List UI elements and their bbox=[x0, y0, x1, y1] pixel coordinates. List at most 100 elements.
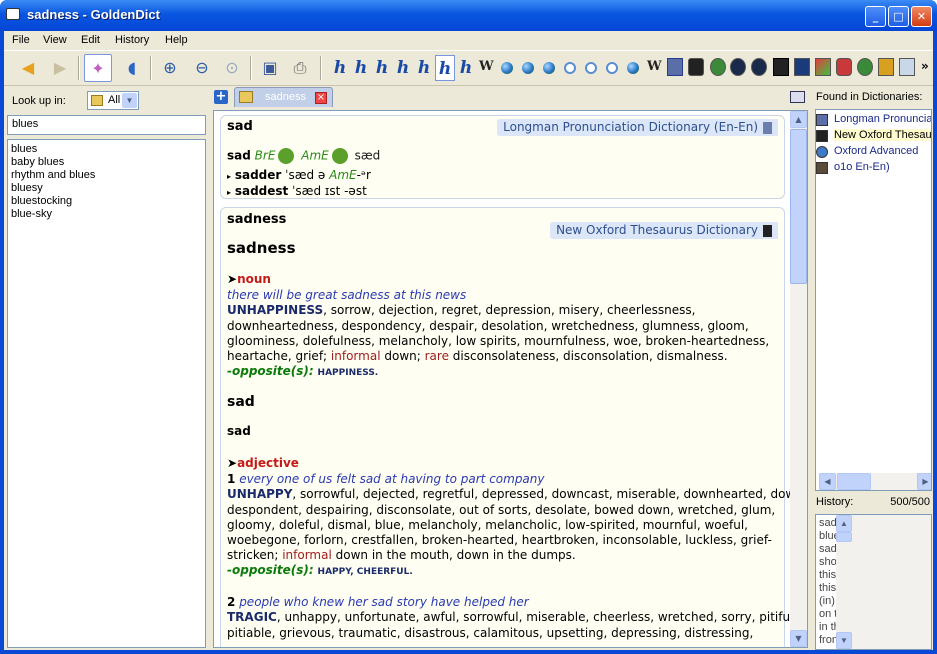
wikipedia-w-icon[interactable]: W bbox=[647, 59, 662, 74]
found-dictionaries-list[interactable]: Longman Pronunciation New Oxford Thesaur… bbox=[815, 109, 932, 491]
scroll-up-icon[interactable]: ▲ bbox=[836, 515, 852, 532]
title-bar: sadness - GoldenDict _ □ ✕ bbox=[0, 0, 937, 31]
word-list[interactable]: blues baby blues rhythm and blues bluesy… bbox=[7, 139, 206, 648]
list-item[interactable]: baby blues bbox=[11, 156, 205, 169]
scroll-thumb[interactable] bbox=[836, 532, 852, 542]
globe-icon[interactable] bbox=[501, 62, 513, 74]
tab-list-icon[interactable] bbox=[790, 91, 805, 103]
synonym-list: disconsolateness, disconsolation, dismal… bbox=[452, 349, 728, 363]
globe-icon[interactable] bbox=[522, 62, 534, 74]
menu-edit[interactable]: Edit bbox=[81, 34, 100, 46]
found-horizontal-scrollbar[interactable]: ◀ ▶ bbox=[819, 473, 931, 490]
scroll-down-icon[interactable]: ▼ bbox=[790, 630, 807, 647]
book-stack-icon[interactable] bbox=[857, 58, 873, 76]
chevron-down-icon[interactable]: ▼ bbox=[122, 93, 137, 108]
history-list[interactable]: sadness blues sad short this child this … bbox=[815, 514, 932, 650]
dictionary-icon[interactable] bbox=[688, 58, 704, 76]
dictionary-label[interactable]: Longman Pronunciation Dictionary (En-En) bbox=[497, 119, 778, 136]
dictionary-icon[interactable] bbox=[836, 58, 852, 76]
dictionary-h-icon[interactable]: h bbox=[351, 55, 371, 81]
menu-help[interactable]: Help bbox=[165, 34, 188, 46]
dictionary-h-icon[interactable]: h bbox=[456, 55, 476, 81]
article-scrollbar[interactable]: ▲ ▼ bbox=[790, 111, 807, 647]
synonym-head: UNHAPPY bbox=[227, 487, 293, 501]
dictionary-icon[interactable] bbox=[667, 58, 683, 76]
history-scrollbar[interactable]: ▲ ▼ bbox=[836, 515, 931, 649]
dictionary-h-icon[interactable]: h bbox=[414, 55, 434, 81]
found-dictionary-item[interactable]: Longman Pronunciation bbox=[834, 113, 931, 125]
found-dictionary-item[interactable]: Oxford Advanced bbox=[834, 145, 918, 157]
scan-popup-wand-icon[interactable]: ✦ bbox=[84, 54, 112, 82]
ring-icon[interactable] bbox=[606, 62, 618, 74]
dictionary-icon[interactable] bbox=[773, 58, 789, 76]
synonym-list: despondent, despairing, disconsolate, ou… bbox=[227, 503, 776, 517]
dictionary-h-icon[interactable]: h bbox=[330, 55, 350, 81]
synonym-list: , sorrowful, dejected, regretful, depres… bbox=[292, 487, 807, 501]
list-item[interactable]: blues bbox=[11, 143, 205, 156]
wikipedia-w-icon[interactable]: W bbox=[479, 59, 494, 74]
found-label: Found in Dictionaries: bbox=[813, 89, 933, 107]
globe-icon[interactable] bbox=[543, 62, 555, 74]
sense-number: 2 bbox=[227, 595, 236, 609]
tab-bar: + sadness × bbox=[211, 87, 808, 109]
pronounce-speaker-icon[interactable]: ◖ bbox=[118, 54, 146, 82]
dictionary-icon[interactable] bbox=[794, 58, 810, 76]
new-tab-button[interactable]: + bbox=[214, 90, 228, 104]
group-select[interactable]: All ▼ bbox=[87, 91, 139, 110]
scroll-down-icon[interactable]: ▼ bbox=[836, 632, 852, 649]
save-icon[interactable]: ▣ bbox=[256, 54, 284, 82]
dictionary-icon[interactable] bbox=[751, 58, 767, 76]
maximize-button[interactable]: □ bbox=[888, 6, 909, 27]
search-input[interactable]: blues bbox=[7, 115, 206, 135]
dictionary-h-icon[interactable]: h bbox=[372, 55, 392, 81]
article-view[interactable]: sad Longman Pronunciation Dictionary (En… bbox=[213, 110, 808, 648]
list-item[interactable]: bluestocking bbox=[11, 195, 205, 208]
menu-file[interactable]: File bbox=[12, 34, 30, 46]
scroll-left-icon[interactable]: ◀ bbox=[819, 473, 836, 490]
scroll-thumb[interactable] bbox=[790, 129, 807, 284]
scroll-thumb[interactable] bbox=[837, 473, 871, 490]
list-item[interactable]: bluesy bbox=[11, 182, 205, 195]
close-button[interactable]: ✕ bbox=[911, 6, 932, 27]
play-audio-icon[interactable] bbox=[278, 148, 295, 164]
dictionary-icon[interactable] bbox=[730, 58, 746, 76]
list-item[interactable]: rhythm and blues bbox=[11, 169, 205, 182]
dictionary-icon[interactable] bbox=[899, 58, 915, 76]
article-headword: sadness bbox=[227, 212, 287, 227]
back-arrow-icon[interactable]: ◀ bbox=[14, 54, 42, 82]
found-dictionary-item[interactable]: New Oxford Thesaurus bbox=[834, 129, 931, 141]
chevron-more-icon[interactable]: » bbox=[921, 59, 929, 73]
group-select-value: All bbox=[108, 94, 121, 106]
minimize-button[interactable]: _ bbox=[865, 6, 886, 27]
client-area: File View Edit History Help ◀ ▶ ✦ ◖ ⊕ ⊖ … bbox=[4, 31, 933, 650]
entry-headword: sadness bbox=[227, 239, 296, 257]
book-icon bbox=[6, 8, 20, 20]
found-dictionary-item[interactable]: o1o En-En) bbox=[834, 161, 890, 173]
dictionary-h-icon[interactable]: h bbox=[393, 55, 413, 81]
zoom-out-icon[interactable]: ⊖ bbox=[188, 54, 216, 82]
scroll-right-icon[interactable]: ▶ bbox=[917, 473, 931, 490]
ame-label: AmE bbox=[301, 148, 329, 163]
menu-view[interactable]: View bbox=[43, 34, 67, 46]
dictionary-icon[interactable] bbox=[878, 58, 894, 76]
menu-history[interactable]: History bbox=[115, 34, 149, 46]
zoom-in-icon[interactable]: ⊕ bbox=[156, 54, 184, 82]
zoom-reset-icon[interactable]: ⊙ bbox=[218, 54, 246, 82]
dictionary-h-icon[interactable]: h bbox=[435, 55, 455, 81]
list-item[interactable]: blue-sky bbox=[11, 208, 205, 221]
synonym-list: stricken; bbox=[227, 548, 279, 562]
article-pane: + sadness × sad Longman Pronunciation Di… bbox=[211, 87, 808, 650]
book-stack-icon[interactable] bbox=[710, 58, 726, 76]
dictionary-icon[interactable] bbox=[815, 58, 831, 76]
tab-sadness[interactable]: sadness × bbox=[234, 87, 333, 107]
ring-icon[interactable] bbox=[585, 62, 597, 74]
play-audio-icon[interactable] bbox=[331, 148, 348, 164]
print-icon[interactable]: ⎙ bbox=[286, 54, 314, 82]
scroll-up-icon[interactable]: ▲ bbox=[790, 111, 807, 128]
dictionary-label[interactable]: New Oxford Thesaurus Dictionary bbox=[550, 222, 778, 239]
ring-icon[interactable] bbox=[564, 62, 576, 74]
close-tab-icon[interactable]: × bbox=[315, 92, 327, 104]
article-thesaurus: sadness New Oxford Thesaurus Dictionary … bbox=[220, 207, 807, 647]
globe-icon[interactable] bbox=[627, 62, 639, 74]
forward-arrow-icon[interactable]: ▶ bbox=[46, 54, 74, 82]
